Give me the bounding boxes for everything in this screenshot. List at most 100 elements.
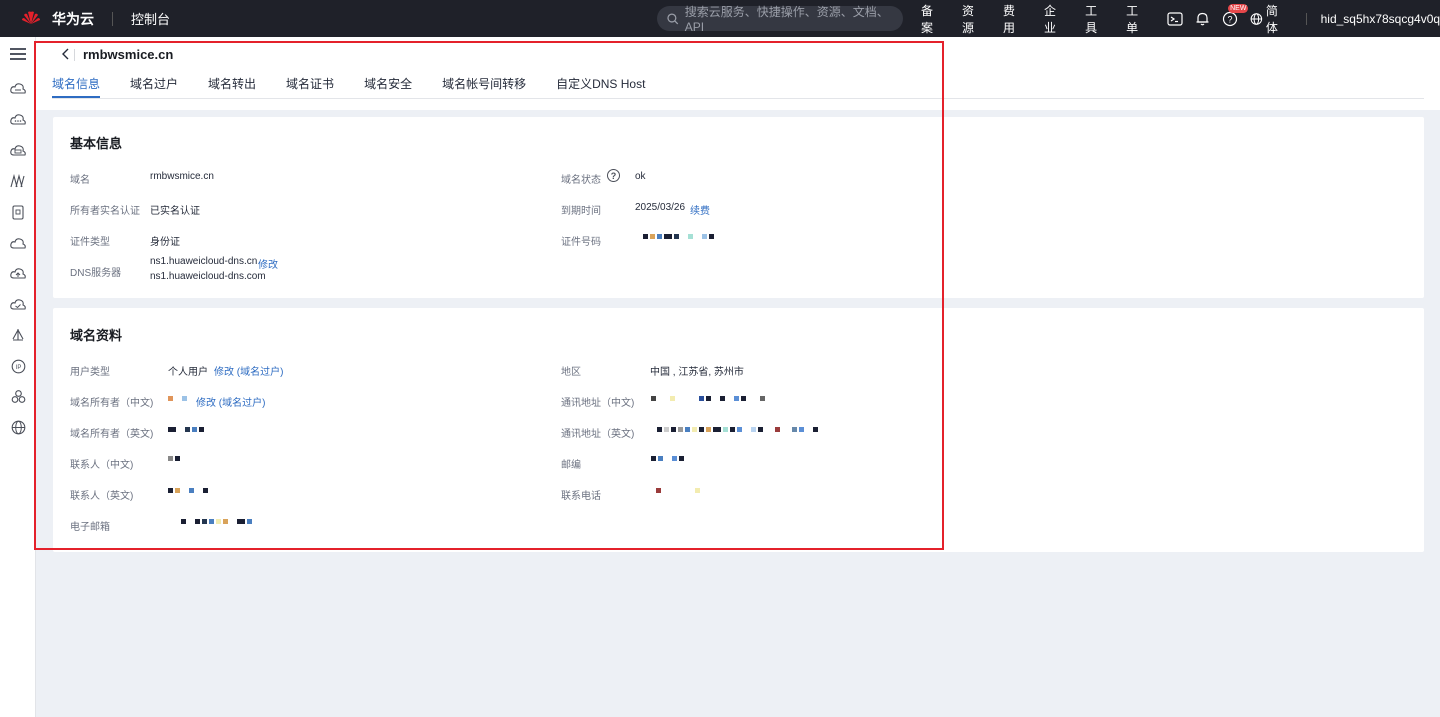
tab-domain-transfer-out[interactable]: 域名转出: [208, 75, 256, 98]
address-cn-masked: [651, 396, 765, 402]
storage-icon[interactable]: [9, 203, 27, 221]
divider: [74, 49, 75, 61]
username-menu[interactable]: hid_sq5hx78sqcg4v0q: [1321, 12, 1440, 26]
cloud-check-icon[interactable]: [9, 295, 27, 313]
owner-en-masked: [168, 427, 204, 433]
tab-domain-transfer-owner[interactable]: 域名过户: [130, 75, 178, 98]
tab-bar: 域名信息 域名过户 域名转出 域名证书 域名安全 域名帐号间转移 自定义DNS …: [52, 75, 675, 98]
main-content: rmbwsmice.cn 域名信息 域名过户 域名转出 域名证书 域名安全 域名…: [36, 37, 1440, 717]
renew-link[interactable]: 续费: [690, 202, 710, 217]
domain-label: 域名: [70, 175, 90, 186]
cert-number-label: 证件号码: [561, 237, 601, 248]
zip-label: 邮编: [561, 460, 581, 471]
chevron-left-icon: [62, 48, 69, 60]
cloud-database-icon[interactable]: [9, 141, 27, 159]
status-value: ok: [635, 171, 646, 182]
email-label: 电子邮箱: [70, 522, 110, 533]
address-cn-label: 通讯地址（中文): [561, 398, 635, 409]
contact-en-masked: [168, 488, 208, 494]
cert-number-masked: [643, 234, 714, 240]
cert-type-value: 身份证: [150, 237, 180, 248]
user-type-value: 个人用户: [168, 367, 208, 378]
user-type-label: 用户类型: [70, 367, 110, 378]
region-value: 中国 , 江苏省, 苏州市: [650, 367, 744, 378]
email-masked: [181, 519, 252, 525]
tab-domain-info[interactable]: 域名信息: [52, 75, 101, 98]
owner-en-label: 域名所有者（英文): [70, 429, 154, 440]
page-title: rmbwsmice.cn: [83, 47, 174, 62]
nav-resources[interactable]: 资源: [962, 2, 984, 36]
page-header: rmbwsmice.cn 域名信息 域名过户 域名转出 域名证书 域名安全 域名…: [36, 37, 1440, 110]
deploy-icon[interactable]: [9, 326, 27, 344]
ip-icon[interactable]: IP: [9, 357, 27, 375]
section-title: 基本信息: [70, 136, 123, 151]
globe-domain-icon[interactable]: [9, 418, 27, 436]
huawei-logo[interactable]: [20, 8, 42, 30]
cluster-icon[interactable]: [9, 387, 27, 405]
tab-domain-certificate[interactable]: 域名证书: [286, 75, 334, 98]
menu-icon[interactable]: [9, 45, 27, 63]
address-en-masked: [657, 427, 818, 433]
top-nav: 备案 资源 费用 企业 工具 工单 ? NEW 简体 hid_sq5hx78sq…: [921, 0, 1440, 37]
language-switch[interactable]: 简体: [1250, 2, 1288, 36]
top-bar: 华为云 控制台 搜索云服务、快捷操作、资源、文档、API 备案 资源 费用 企业…: [0, 0, 1440, 37]
nav-billing[interactable]: 费用: [1003, 2, 1025, 36]
divider: [112, 11, 113, 26]
search-icon: [667, 12, 679, 24]
owner-cn-masked: [168, 396, 187, 402]
divider: [1305, 12, 1307, 25]
cloud-more-icon[interactable]: [9, 110, 27, 128]
globe-icon: [1250, 12, 1263, 25]
zip-masked: [651, 456, 684, 462]
cloud-server-icon[interactable]: [9, 79, 27, 97]
search-input[interactable]: 搜索云服务、快捷操作、资源、文档、API: [657, 5, 903, 34]
owner-cn-label: 域名所有者（中文): [70, 398, 154, 409]
address-en-label: 通讯地址（英文): [561, 429, 635, 440]
service-sidebar: IP: [0, 37, 36, 717]
cert-type-label: 证件类型: [70, 237, 110, 248]
contact-cn-masked: [168, 456, 180, 462]
nav-tools[interactable]: 工具: [1085, 2, 1107, 36]
status-label: 域名状态: [561, 175, 601, 186]
phone-masked: [656, 488, 700, 494]
cloud-icon[interactable]: [9, 234, 27, 252]
help-icon[interactable]: ? NEW: [1222, 3, 1249, 27]
network-icon[interactable]: [9, 172, 27, 190]
search-placeholder: 搜索云服务、快捷操作、资源、文档、API: [684, 5, 889, 34]
bell-icon[interactable]: [1195, 11, 1210, 26]
help-icon[interactable]: ?: [607, 169, 620, 182]
expire-label: 到期时间: [561, 206, 601, 217]
cloud-shell-icon[interactable]: [1167, 11, 1183, 26]
brand-name[interactable]: 华为云: [52, 9, 94, 29]
contact-en-label: 联系人（英文): [70, 491, 134, 502]
language-label: 简体: [1265, 3, 1278, 35]
svg-text:IP: IP: [15, 365, 21, 371]
dns-server-1: ns1.huaweicloud-dns.cn: [150, 256, 258, 267]
realname-label: 所有者实名认证: [70, 206, 140, 217]
realname-value: 已实名认证: [150, 206, 200, 217]
tab-domain-security[interactable]: 域名安全: [364, 75, 412, 98]
cloud-upload-icon[interactable]: [9, 264, 27, 282]
nav-enterprise[interactable]: 企业: [1044, 2, 1066, 36]
section-title: 域名资料: [70, 328, 123, 343]
expire-value: 2025/03/26: [635, 202, 686, 213]
dns-server-2: ns1.huaweicloud-dns.com: [150, 271, 266, 282]
domain-profile-card: 域名资料 用户类型 个人用户 修改 (域名过户) 地区 中国 , 江苏省, 苏州…: [53, 308, 1424, 552]
tab-account-transfer[interactable]: 域名帐号间转移: [442, 75, 526, 98]
console-link[interactable]: 控制台: [131, 9, 170, 28]
dns-label: DNS服务器: [70, 268, 122, 279]
contact-cn-label: 联系人（中文): [70, 460, 134, 471]
dns-edit-link[interactable]: 修改: [258, 256, 278, 271]
nav-tickets[interactable]: 工单: [1126, 2, 1148, 36]
region-label: 地区: [561, 367, 581, 378]
owner-cn-edit-link[interactable]: 修改 (域名过户): [196, 394, 265, 409]
new-badge: NEW: [1228, 3, 1249, 13]
back-button[interactable]: [58, 46, 74, 62]
user-type-edit-link[interactable]: 修改 (域名过户): [214, 363, 283, 378]
domain-value: rmbwsmice.cn: [150, 171, 214, 182]
divider: [52, 98, 1424, 99]
nav-beian[interactable]: 备案: [921, 2, 943, 36]
svg-text:?: ?: [1228, 14, 1233, 24]
phone-label: 联系电话: [561, 491, 601, 502]
tab-custom-dns-host[interactable]: 自定义DNS Host: [556, 75, 645, 98]
